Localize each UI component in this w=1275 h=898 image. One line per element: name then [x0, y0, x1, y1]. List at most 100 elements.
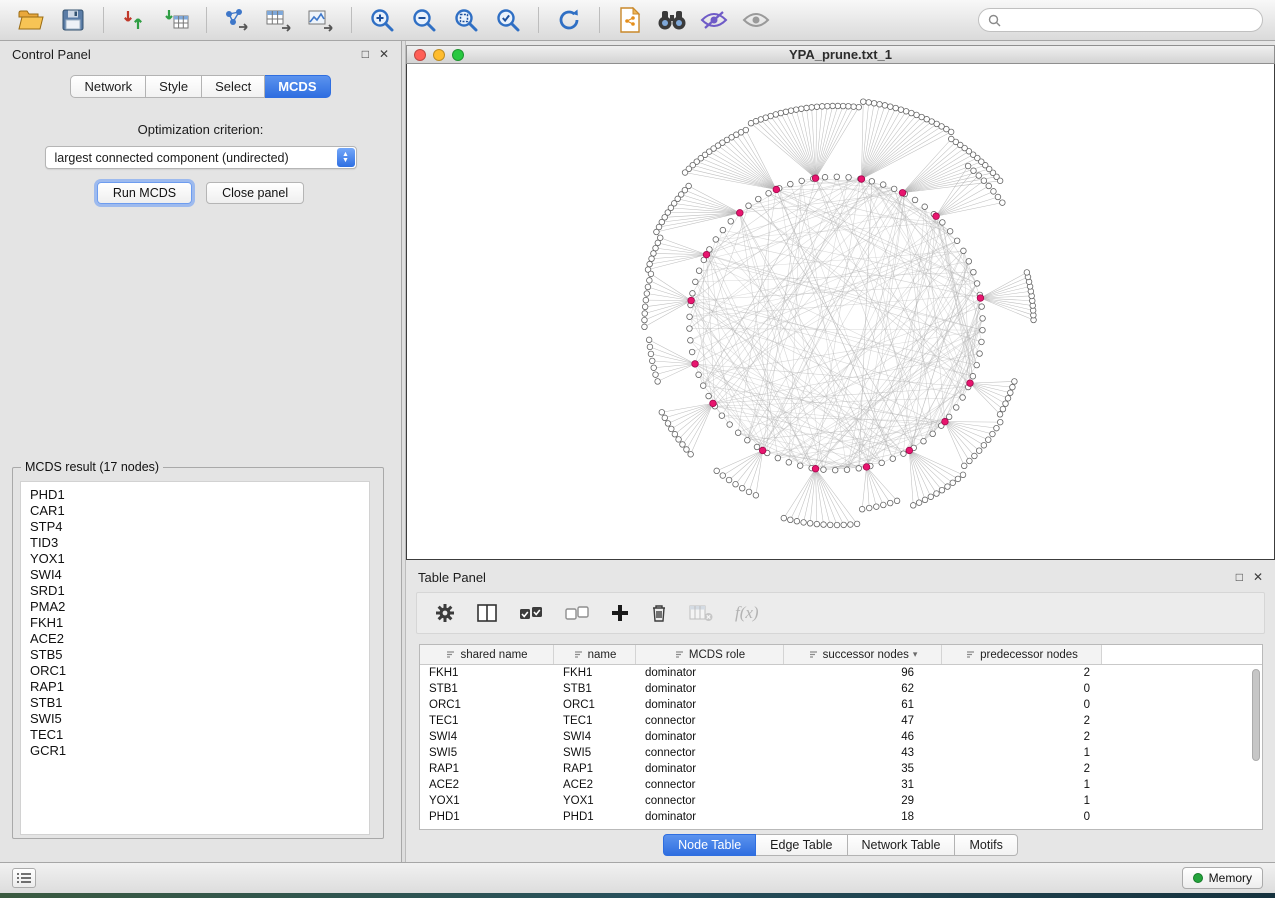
table-row[interactable]: ORC1ORC1dominator610 [420, 697, 1262, 713]
table-row[interactable]: FKH1FKH1dominator962 [420, 665, 1262, 681]
cell-shared-name[interactable]: FKH1 [420, 667, 554, 679]
column-header-predecessor-nodes[interactable]: predecessor nodes [942, 645, 1102, 664]
tab-edge-table[interactable]: Edge Table [756, 834, 847, 856]
network-canvas[interactable] [406, 64, 1275, 560]
list-item[interactable]: SWI5 [30, 711, 369, 727]
cell-mcds-role[interactable]: dominator [636, 699, 784, 711]
zoom-in-button[interactable] [363, 4, 401, 36]
cell-mcds-role[interactable]: dominator [636, 731, 784, 743]
cell-mcds-role[interactable]: dominator [636, 763, 784, 775]
show-all-button[interactable] [737, 4, 775, 36]
mcds-result-list[interactable]: PHD1 CAR1 STP4 TID3 YOX1 SWI4 SRD1 PMA2 … [20, 481, 370, 835]
float-panel-icon[interactable]: □ [362, 48, 369, 60]
find-button[interactable] [653, 4, 691, 36]
cell-predecessors[interactable]: 0 [942, 811, 1102, 823]
cell-predecessors[interactable]: 1 [942, 747, 1102, 759]
delete-column-button[interactable] [651, 603, 667, 623]
export-image-button[interactable] [302, 4, 340, 36]
cell-successors[interactable]: 61 [784, 699, 942, 711]
cell-predecessors[interactable]: 1 [942, 795, 1102, 807]
table-settings-button[interactable] [435, 603, 455, 623]
table-row[interactable]: STB1STB1dominator620 [420, 681, 1262, 697]
list-item[interactable]: SRD1 [30, 583, 369, 599]
list-item[interactable]: STP4 [30, 519, 369, 535]
list-item[interactable]: GCR1 [30, 743, 369, 759]
table-row[interactable]: SWI5SWI5connector431 [420, 745, 1262, 761]
table-row[interactable]: YOX1YOX1connector291 [420, 793, 1262, 809]
toolbar-search[interactable] [978, 8, 1263, 32]
export-table-button[interactable] [260, 4, 298, 36]
cell-mcds-role[interactable]: dominator [636, 683, 784, 695]
cell-name[interactable]: ACE2 [554, 779, 636, 791]
cell-mcds-role[interactable]: connector [636, 715, 784, 727]
criterion-dropdown[interactable]: largest connected component (undirected)… [45, 146, 357, 169]
select-all-button[interactable] [519, 604, 543, 622]
cell-mcds-role[interactable]: connector [636, 779, 784, 791]
task-history-button[interactable] [12, 868, 36, 888]
cell-predecessors[interactable]: 1 [942, 779, 1102, 791]
zoom-out-button[interactable] [405, 4, 443, 36]
list-item[interactable]: ACE2 [30, 631, 369, 647]
cell-successors[interactable]: 31 [784, 779, 942, 791]
cell-name[interactable]: STB1 [554, 683, 636, 695]
cell-successors[interactable]: 43 [784, 747, 942, 759]
cell-successors[interactable]: 29 [784, 795, 942, 807]
cell-successors[interactable]: 18 [784, 811, 942, 823]
close-panel-button[interactable]: Close panel [206, 182, 304, 204]
list-item[interactable]: YOX1 [30, 551, 369, 567]
cell-name[interactable]: FKH1 [554, 667, 636, 679]
cell-mcds-role[interactable]: dominator [636, 811, 784, 823]
import-network-button[interactable] [115, 4, 153, 36]
close-panel-icon[interactable]: ✕ [379, 48, 389, 60]
cell-shared-name[interactable]: TEC1 [420, 715, 554, 727]
zoom-fit-button[interactable] [447, 4, 485, 36]
search-input[interactable] [1007, 13, 1253, 27]
cell-mcds-role[interactable]: connector [636, 747, 784, 759]
list-item[interactable]: ORC1 [30, 663, 369, 679]
cell-shared-name[interactable]: ORC1 [420, 699, 554, 711]
table-scrollbar[interactable] [1251, 667, 1261, 827]
list-item[interactable]: CAR1 [30, 503, 369, 519]
memory-button[interactable]: Memory [1182, 867, 1263, 889]
table-row[interactable]: RAP1RAP1dominator352 [420, 761, 1262, 777]
cell-name[interactable]: PHD1 [554, 811, 636, 823]
run-mcds-button[interactable]: Run MCDS [97, 182, 192, 204]
tab-select[interactable]: Select [202, 75, 265, 98]
scrollbar-thumb[interactable] [1252, 669, 1260, 761]
float-panel-icon[interactable]: □ [1236, 571, 1243, 583]
export-network-button[interactable] [218, 4, 256, 36]
tab-network-table[interactable]: Network Table [848, 834, 956, 856]
table-row[interactable]: SWI4SWI4dominator462 [420, 729, 1262, 745]
list-item[interactable]: PHD1 [30, 487, 369, 503]
save-button[interactable] [54, 4, 92, 36]
cell-shared-name[interactable]: ACE2 [420, 779, 554, 791]
table-row[interactable]: ACE2ACE2connector311 [420, 777, 1262, 793]
hide-selected-button[interactable] [695, 4, 733, 36]
cell-predecessors[interactable]: 0 [942, 683, 1102, 695]
cell-name[interactable]: ORC1 [554, 699, 636, 711]
tab-mcds[interactable]: MCDS [265, 75, 330, 98]
list-item[interactable]: TID3 [30, 535, 369, 551]
cell-successors[interactable]: 35 [784, 763, 942, 775]
network-graph[interactable] [407, 64, 1274, 559]
cell-shared-name[interactable]: SWI5 [420, 747, 554, 759]
list-item[interactable]: PMA2 [30, 599, 369, 615]
cell-predecessors[interactable]: 2 [942, 667, 1102, 679]
list-item[interactable]: RAP1 [30, 679, 369, 695]
deselect-all-button[interactable] [565, 604, 589, 622]
cell-successors[interactable]: 96 [784, 667, 942, 679]
close-panel-icon[interactable]: ✕ [1253, 571, 1263, 583]
window-zoom-icon[interactable] [452, 49, 464, 61]
cell-shared-name[interactable]: SWI4 [420, 731, 554, 743]
cell-predecessors[interactable]: 2 [942, 715, 1102, 727]
cell-shared-name[interactable]: STB1 [420, 683, 554, 695]
add-column-button[interactable] [611, 604, 629, 622]
cell-name[interactable]: TEC1 [554, 715, 636, 727]
cell-successors[interactable]: 46 [784, 731, 942, 743]
refresh-button[interactable] [550, 4, 588, 36]
tab-style[interactable]: Style [146, 75, 202, 98]
cell-name[interactable]: YOX1 [554, 795, 636, 807]
window-close-icon[interactable] [414, 49, 426, 61]
open-button[interactable] [12, 4, 50, 36]
table-row[interactable]: TEC1TEC1connector472 [420, 713, 1262, 729]
